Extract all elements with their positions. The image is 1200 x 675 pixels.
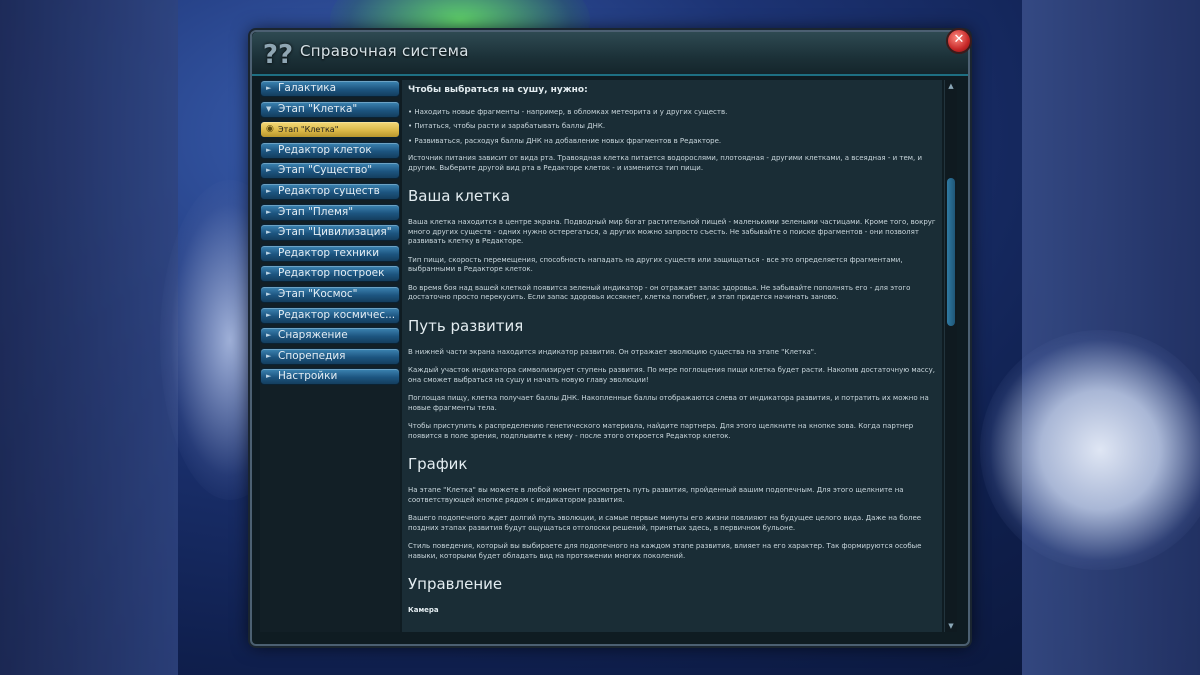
chevron-right-icon: ► <box>266 248 272 257</box>
sidebar-item-label: Редактор клеток <box>278 143 372 156</box>
sidebar-item-label: Этап "Космос" <box>278 287 358 300</box>
section-heading: График <box>408 455 468 473</box>
sidebar-item-spaceship-editor[interactable]: ► Редактор космичес... <box>260 306 400 324</box>
sidebar-item-equipment[interactable]: ► Снаряжение <box>260 327 400 345</box>
help-question-icon: ?? <box>262 40 294 70</box>
sidebar-item-label: Редактор техники <box>278 246 380 259</box>
help-article: Чтобы выбраться на сушу, нужно: • Находи… <box>408 85 936 616</box>
sidebar-item-label: Снаряжение <box>278 329 348 342</box>
article-paragraph: На этапе "Клетка" вы можете в любой моме… <box>408 486 904 504</box>
sidebar-item-tribe-stage[interactable]: ► Этап "Племя" <box>260 203 400 221</box>
sidebar-item-building-editor[interactable]: ► Редактор построек <box>260 265 400 283</box>
sidebar-item-label: Этап "Цивилизация" <box>278 226 392 239</box>
help-topics-sidebar: ► Галактика ▼ Этап "Клетка" ◉ Этап "Клет… <box>260 80 400 632</box>
topic-bullet-icon: ◉ <box>266 124 274 135</box>
scroll-down-icon[interactable]: ▼ <box>946 621 956 631</box>
section-heading: Ваша клетка <box>408 187 511 205</box>
section-heading: Управление <box>408 575 503 593</box>
sidebar-item-settings[interactable]: ► Настройки <box>260 368 400 386</box>
background-glow <box>980 330 1200 570</box>
article-lead: Чтобы выбраться на сушу, нужно: <box>408 85 588 95</box>
scroll-thumb[interactable] <box>947 178 955 326</box>
sidebar-item-label: Этап "Племя" <box>278 205 354 218</box>
article-paragraph: Во время боя над вашей клеткой появится … <box>408 283 911 302</box>
sidebar-item-label: Этап "Клетка" <box>278 102 358 115</box>
background-left <box>0 0 178 675</box>
close-button[interactable]: ✕ <box>946 28 972 54</box>
sidebar-item-label: Редактор космичес... <box>278 308 396 321</box>
article-paragraph: Источник питания зависит от вида рта. Тр… <box>408 154 923 172</box>
sidebar-item-label: Настройки <box>278 370 338 383</box>
sidebar-item-label: Галактика <box>278 82 337 94</box>
sidebar-item-space-stage[interactable]: ► Этап "Космос" <box>260 285 400 303</box>
article-paragraph: Каждый участок индикатора символизирует … <box>408 366 935 384</box>
chevron-right-icon: ► <box>266 207 272 216</box>
sidebar-item-cell-editor[interactable]: ► Редактор клеток <box>260 141 400 159</box>
chevron-right-icon: ► <box>266 310 272 319</box>
chevron-right-icon: ► <box>266 84 272 92</box>
article-paragraph: Чтобы приступить к распределению генетич… <box>408 422 914 440</box>
chevron-right-icon: ► <box>266 351 272 360</box>
chevron-right-icon: ► <box>266 186 272 195</box>
sidebar-item-creature-stage[interactable]: ► Этап "Существо" <box>260 162 400 180</box>
sidebar-item-sporepedia[interactable]: ► Спорепедия <box>260 347 400 365</box>
section-heading: Путь развития <box>408 316 524 335</box>
chevron-right-icon: ► <box>266 166 272 175</box>
sidebar-item-label: Этап "Существо" <box>278 164 373 177</box>
sidebar-item-label: Этап "Клетка" <box>278 125 339 135</box>
list-item: • Питаться, чтобы расти и зарабатывать б… <box>408 122 606 130</box>
sidebar-item-civilization-stage[interactable]: ► Этап "Цивилизация" <box>260 224 400 242</box>
titlebar: ?? Справочная система <box>252 32 968 76</box>
sidebar-item-label: Редактор построек <box>278 267 385 280</box>
subsection-heading: Камера <box>408 606 439 614</box>
chevron-right-icon: ► <box>266 145 272 154</box>
help-window: ?? Справочная система ✕ ► Галактика ▼ Эт… <box>250 28 972 646</box>
content-scrollbar[interactable]: ▲ ▼ <box>944 80 957 632</box>
sidebar-item-creature-editor[interactable]: ► Редактор существ <box>260 182 400 200</box>
article-paragraph: Ваша клетка находится в центре экрана. П… <box>408 218 936 245</box>
sidebar-item-label: Спорепедия <box>278 349 346 362</box>
chevron-right-icon: ► <box>266 331 272 340</box>
window-title: Справочная система <box>300 42 469 60</box>
sidebar-item-label: Редактор существ <box>278 184 380 197</box>
sidebar-subitem-cell-stage[interactable]: ◉ Этап "Клетка" <box>260 121 400 139</box>
article-paragraph: Стиль поведения, который вы выбираете дл… <box>408 542 922 560</box>
chevron-right-icon: ► <box>266 269 272 278</box>
chevron-right-icon: ► <box>266 372 272 381</box>
article-paragraph: Поглощая пищу, клетка получает баллы ДНК… <box>408 394 929 412</box>
chevron-right-icon: ► <box>266 289 272 298</box>
list-item: • Развиваться, расходуя баллы ДНК на доб… <box>408 136 722 145</box>
sidebar-item-galaxy[interactable]: ► Галактика <box>260 80 400 97</box>
list-item: • Находить новые фрагменты - например, в… <box>408 107 728 116</box>
sidebar-item-vehicle-editor[interactable]: ► Редактор техники <box>260 244 400 262</box>
chevron-down-icon: ▼ <box>266 104 272 113</box>
chevron-right-icon: ► <box>266 228 272 237</box>
article-paragraph: В нижней части экрана находится индикато… <box>408 347 817 356</box>
help-content-pane: Чтобы выбраться на сушу, нужно: • Находи… <box>402 80 942 632</box>
sidebar-item-cell-stage[interactable]: ▼ Этап "Клетка" <box>260 100 400 118</box>
scroll-up-icon[interactable]: ▲ <box>946 81 956 91</box>
article-paragraph: Тип пищи, скорость перемещения, способно… <box>408 255 903 274</box>
article-paragraph: Вашего подопечного ждет долгий путь эвол… <box>408 514 922 532</box>
